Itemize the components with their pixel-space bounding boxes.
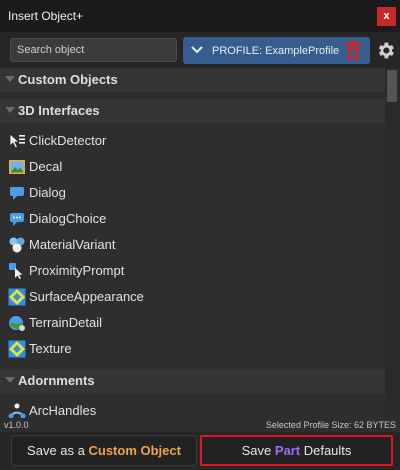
button-text: Save — [241, 443, 275, 458]
item-label: Dialog — [29, 185, 66, 200]
collapse-arrow-icon — [5, 377, 15, 383]
section-label: Custom Objects — [18, 72, 118, 87]
window-title: Insert Object+ — [8, 9, 84, 23]
terrain-detail-icon — [9, 316, 25, 331]
profile-label: PROFILE: ExampleProfile — [212, 45, 340, 57]
material-variant-icon — [9, 237, 25, 253]
trash-icon[interactable] — [344, 41, 362, 61]
save-custom-object-button[interactable]: Save as a Custom Object — [11, 435, 197, 466]
section-adornments[interactable]: Adornments — [0, 369, 385, 393]
item-label: TerrainDetail — [29, 315, 102, 330]
decal-icon — [9, 160, 25, 174]
item-label: ClickDetector — [29, 133, 107, 148]
collapse-arrow-icon — [5, 107, 15, 113]
chevron-down-icon — [191, 46, 203, 54]
section-3d-interfaces[interactable]: 3D Interfaces — [0, 99, 385, 123]
button-text-suffix: Defaults — [300, 443, 352, 458]
object-list[interactable]: Custom Objects 3D Interfaces ClickDetect… — [0, 68, 385, 418]
toolbar: PROFILE: ExampleProfile — [0, 32, 400, 68]
item-label: ArcHandles — [29, 403, 97, 418]
item-label: ProximityPrompt — [29, 263, 125, 278]
item-label: DialogChoice — [29, 211, 107, 226]
arc-handles-icon — [8, 403, 26, 418]
status-bar: v1.0.0 Selected Profile Size: 62 BYTES — [0, 418, 400, 432]
profile-dropdown[interactable]: PROFILE: ExampleProfile — [183, 37, 370, 64]
button-text: Save as a — [27, 443, 89, 458]
texture-icon — [8, 340, 26, 358]
button-accent-text: Custom Object — [88, 443, 181, 458]
title-bar: Insert Object+ x — [0, 0, 400, 32]
list-item-terraindetail[interactable]: TerrainDetail — [0, 309, 385, 335]
profile-size-label: Selected Profile Size: 62 BYTES — [265, 420, 396, 430]
list-item-clickdetector[interactable]: ClickDetector — [0, 127, 385, 153]
section-custom-objects[interactable]: Custom Objects — [0, 68, 385, 92]
item-label: SurfaceAppearance — [29, 289, 144, 304]
click-detector-icon — [9, 133, 25, 149]
section-label: Adornments — [18, 373, 95, 388]
list-item-dialogchoice[interactable]: DialogChoice — [0, 205, 385, 231]
item-label: MaterialVariant — [29, 237, 116, 252]
gear-icon[interactable] — [375, 40, 396, 61]
list-item-surfaceappearance[interactable]: SurfaceAppearance — [0, 283, 385, 309]
list-item-materialvariant[interactable]: MaterialVariant — [0, 231, 385, 257]
surface-appearance-icon — [8, 288, 26, 306]
item-label: Texture — [29, 341, 72, 356]
version-label: v1.0.0 — [4, 420, 29, 430]
list-item-dialog[interactable]: Dialog — [0, 179, 385, 205]
list-item-archandles[interactable]: ArcHandles — [0, 397, 385, 418]
list-item-decal[interactable]: Decal — [0, 153, 385, 179]
save-part-defaults-button[interactable]: Save Part Defaults — [200, 435, 393, 466]
proximity-prompt-icon — [9, 263, 23, 279]
dialog-icon — [10, 187, 24, 200]
button-accent-text: Part — [274, 443, 301, 458]
list-item-proximityprompt[interactable]: ProximityPrompt — [0, 257, 385, 283]
search-input[interactable] — [10, 38, 177, 62]
scrollbar-thumb[interactable] — [387, 70, 397, 102]
dialog-choice-icon — [10, 213, 24, 226]
close-button[interactable]: x — [377, 7, 396, 26]
list-item-texture[interactable]: Texture — [0, 335, 385, 361]
collapse-arrow-icon — [5, 76, 15, 82]
item-label: Decal — [29, 159, 63, 174]
scrollbar-track[interactable] — [385, 68, 400, 418]
section-label: 3D Interfaces — [18, 103, 100, 118]
footer: Save as a Custom Object Save Part Defaul… — [0, 432, 400, 470]
